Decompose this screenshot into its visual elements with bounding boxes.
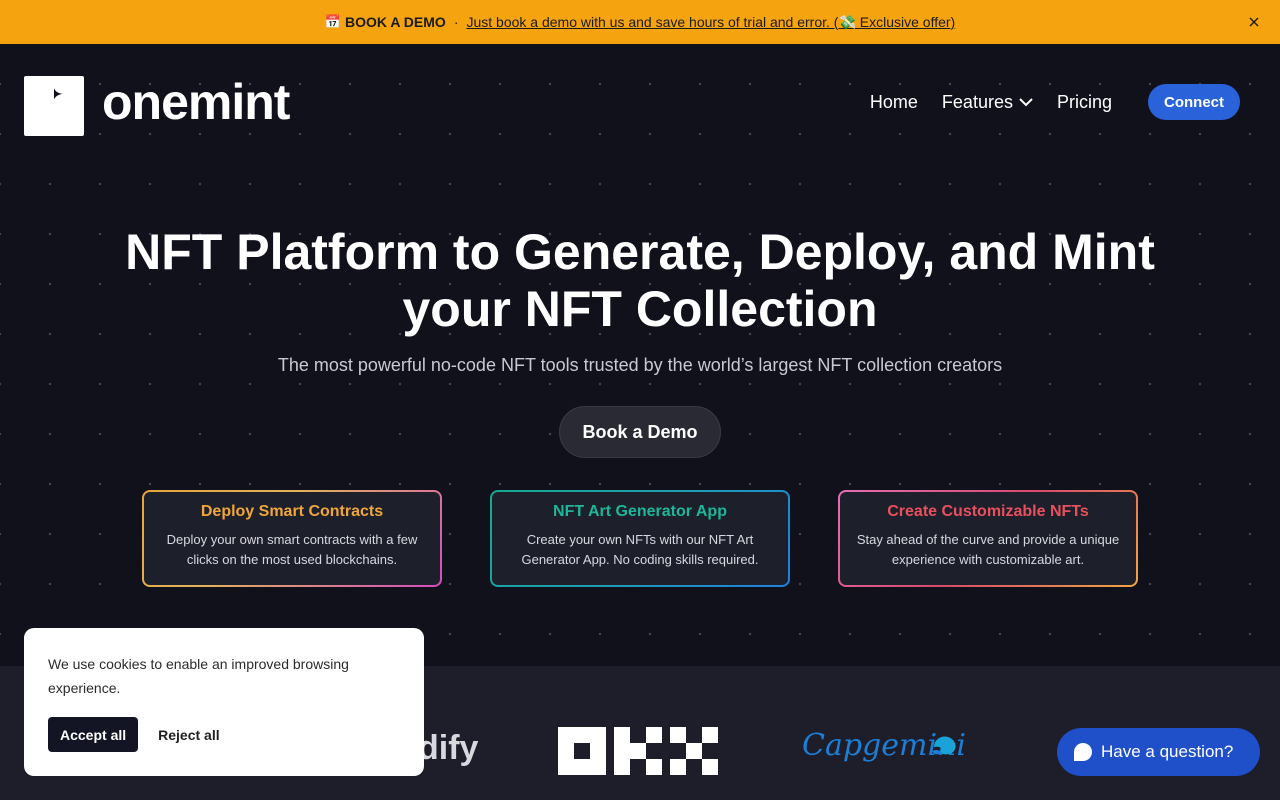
announcement-label: BOOK A DEMO xyxy=(344,14,446,30)
card-description: Deploy your own smart contracts with a f… xyxy=(166,532,418,567)
hero-subtitle: The most powerful no-code NFT tools trus… xyxy=(277,355,1003,375)
feature-card-customizable[interactable]: Create Customizable NFTs Stay ahead of t… xyxy=(838,490,1138,587)
capgemini-spade-icon xyxy=(932,736,956,755)
book-demo-button[interactable]: Book a Demo xyxy=(559,406,721,458)
connect-button[interactable]: Connect xyxy=(1148,84,1240,120)
card-description: Stay ahead of the curve and provide a un… xyxy=(856,532,1120,567)
hero-title-line1: NFT Platform to Generate, Deploy, and Mi… xyxy=(125,224,1155,280)
chat-label: Have a question? xyxy=(1101,742,1234,761)
announcement-separator: · xyxy=(453,14,459,30)
feature-card-generator[interactable]: NFT Art Generator App Create your own NF… xyxy=(490,490,790,587)
calendar-icon: 📅 xyxy=(324,14,341,29)
okx-logo xyxy=(558,727,718,775)
card-title: Deploy Smart Contracts xyxy=(200,503,384,520)
sparkle-icon xyxy=(54,88,63,100)
nav-pricing-label: Pricing xyxy=(1056,91,1112,112)
logo-mark[interactable] xyxy=(24,76,84,136)
nav-home[interactable]: Home xyxy=(870,92,918,113)
announcement-bar: 📅 BOOK A DEMO · Just book a demo with us… xyxy=(0,0,1280,44)
card-title: Create Customizable NFTs xyxy=(887,503,1089,520)
close-icon[interactable] xyxy=(1244,12,1264,32)
brand-wordmark[interactable]: onemint xyxy=(102,70,290,134)
card-description: Create your own NFTs with our NFT Art Ge… xyxy=(521,532,759,567)
chat-launcher-button[interactable]: Have a question? xyxy=(1057,728,1260,776)
card-title: NFT Art Generator App xyxy=(553,503,727,520)
hero-title-line2: your NFT Collection xyxy=(402,281,878,337)
cookie-actions: Accept all Reject all xyxy=(48,717,400,752)
cookie-text: We use cookies to enable an improved bro… xyxy=(48,656,349,696)
nav-pricing[interactable]: Pricing xyxy=(1057,92,1112,113)
accept-all-button[interactable]: Accept all xyxy=(48,717,139,752)
chat-bubble-icon xyxy=(1074,743,1092,761)
nav-home-label: Home xyxy=(869,91,918,112)
nav-features-label: Features xyxy=(941,91,1013,112)
cookie-banner: We use cookies to enable an improved bro… xyxy=(24,628,424,776)
hero-title: NFT Platform to Generate, Deploy, and Mi… xyxy=(0,224,1280,338)
reject-all-button[interactable]: Reject all xyxy=(158,727,219,743)
feature-card-deploy[interactable]: Deploy Smart Contracts Deploy your own s… xyxy=(142,490,442,587)
nav-features[interactable]: Features xyxy=(942,92,1033,113)
chevron-down-icon xyxy=(1019,97,1033,106)
dify-logo: dify xyxy=(418,729,479,767)
announcement-link[interactable]: Just book a demo with us and save hours … xyxy=(466,14,955,31)
main-nav: Home Features Pricing Connect xyxy=(870,84,1240,120)
